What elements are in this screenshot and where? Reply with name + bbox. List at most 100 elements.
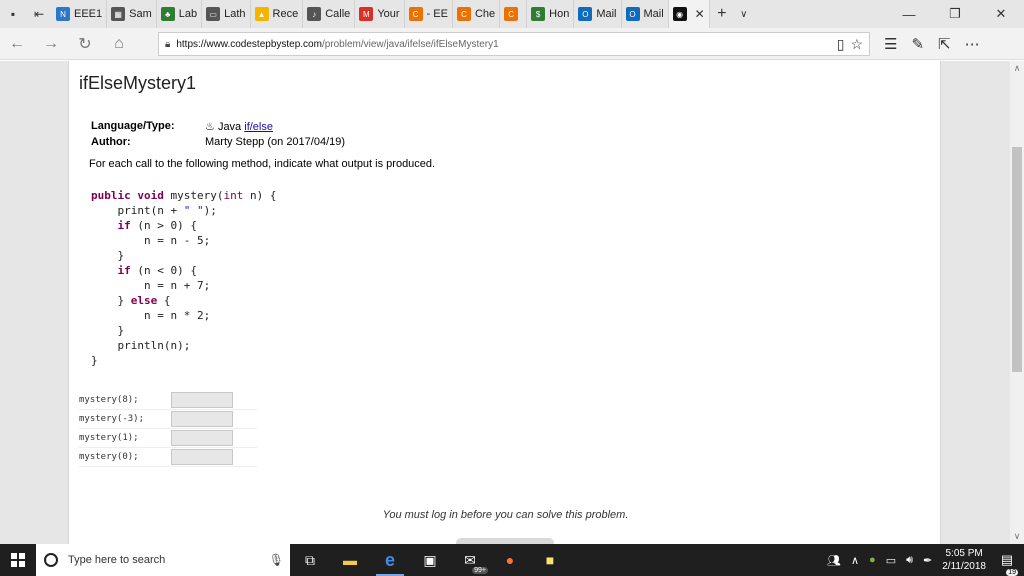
favorites-hub-icon[interactable]: ☰ (884, 35, 897, 53)
tab-4[interactable]: ▲ Rece (251, 0, 304, 28)
code-line: if (n < 0) { (117, 264, 197, 277)
taskbar-search[interactable]: Type here to search 🎙︎ (36, 544, 290, 576)
tab-10[interactable]: $ Hon (527, 0, 575, 28)
share-icon[interactable]: ⇱ (938, 35, 951, 53)
scroll-thumb[interactable] (1012, 147, 1022, 372)
tab-9[interactable]: C (500, 0, 528, 28)
tab-label: Mail (596, 8, 617, 20)
tab-7[interactable]: C- EE (405, 0, 453, 28)
onenote-icon: N (56, 7, 70, 21)
tab-6[interactable]: M Your (355, 0, 405, 28)
tab-1[interactable]: ▦ Sam (107, 0, 157, 28)
topic-link[interactable]: if/else (244, 121, 273, 133)
notification-badge: 19 (1006, 569, 1018, 576)
app-tray-icon[interactable]: ● (869, 554, 876, 566)
tab-label: Sam (129, 8, 152, 20)
tab-5[interactable]: ♪ Calle (303, 0, 356, 28)
tab-12[interactable]: O Mail (622, 0, 669, 28)
more-menu-icon[interactable]: ⋯ (965, 35, 980, 53)
navigation-bar: ← → ↻ ⌂ 🔒︎ https://www.codestepbystep.co… (0, 28, 1024, 60)
call-expression: mystery(1); (79, 433, 139, 443)
minimize-button[interactable]: — (886, 0, 932, 28)
code-line: } (91, 249, 125, 262)
chegg-icon: C (504, 7, 519, 21)
people-icon[interactable]: 👥︎ (827, 554, 841, 567)
store-icon[interactable]: ▣ (410, 544, 450, 576)
answer-input[interactable] (171, 449, 233, 465)
tab-0[interactable]: N EEE1 (52, 0, 108, 28)
answer-input[interactable] (171, 411, 233, 427)
tab-label: Your (377, 8, 400, 20)
reading-view-icon[interactable]: ▯ (837, 36, 845, 53)
call-row: mystery(0); (79, 448, 257, 467)
start-button[interactable] (0, 544, 36, 576)
clock-time: 5:05 PM (945, 548, 983, 559)
call-row: mystery(1); (79, 429, 257, 448)
tab-13[interactable]: ◉ ✕ (668, 0, 710, 28)
clock[interactable]: 5:05 PM 2/11/2018 (942, 547, 986, 573)
sticky-notes-icon[interactable]: ■ (530, 544, 570, 576)
tab-label: Lath (224, 8, 246, 20)
code-line: print(n + " "); (91, 204, 217, 217)
call-expression: mystery(0); (79, 452, 139, 462)
show-hidden-icons-chevron-icon[interactable]: ∧ (851, 554, 859, 567)
tab-label: Che (474, 8, 496, 20)
set-aside-tabs-icon[interactable]: ⇤ (26, 0, 52, 28)
answer-input[interactable] (171, 430, 233, 446)
windows-logo-icon (11, 553, 25, 567)
code-line: n = n - 5; (91, 234, 211, 247)
refresh-button[interactable]: ↻ (68, 28, 102, 60)
call-expression: mystery(8); (79, 395, 139, 405)
tab-11[interactable]: O Mail (574, 0, 622, 28)
tab-list-chevron-icon[interactable]: ∨ (734, 9, 754, 20)
back-button[interactable]: ← (0, 28, 34, 60)
code-line: } (91, 354, 98, 367)
drive-icon: ▲ (254, 7, 269, 21)
task-view-icon[interactable]: ⧉ (290, 544, 330, 576)
file-explorer-icon[interactable]: ▬ (330, 544, 370, 576)
code-line: public void mystery(int n) { (91, 189, 277, 202)
java-icon: ♨ (205, 120, 215, 133)
home-button[interactable]: ⌂ (102, 28, 136, 60)
language-value: Java (217, 120, 242, 133)
pen-icon[interactable]: ✒ (923, 554, 932, 567)
address-bar[interactable]: 🔒︎ https://www.codestepbystep.com/proble… (158, 32, 870, 56)
volume-icon[interactable]: 🔊︎ (906, 554, 913, 567)
scrollbar[interactable]: ∧ ∨ (1010, 61, 1024, 544)
restore-button[interactable]: ❐ (932, 0, 978, 28)
login-message: You must log in before you can solve thi… (382, 509, 629, 521)
url-path: /problem/view/java/ifelse/ifElseMystery1 (321, 38, 499, 50)
forward-button[interactable]: → (34, 28, 68, 60)
close-tab-icon[interactable]: ✕ (695, 7, 705, 21)
firefox-icon[interactable]: ● (490, 544, 530, 576)
close-window-button[interactable]: ✕ (978, 0, 1024, 28)
tab-8[interactable]: C Che (453, 0, 501, 28)
url-host: https://www.codestepbystep.com (176, 38, 322, 50)
tab-strip: ▪ ⇤ N EEE1 ▦ Sam ♣ Lab ▭ Lath ▲ Rece ♪ Calle M Your C -… (0, 0, 1024, 28)
call-row: mystery(-3); (79, 410, 257, 429)
edge-icon[interactable]: e (370, 544, 410, 576)
tab-label: Lab (178, 8, 198, 20)
mail-app-icon[interactable]: ✉ 99+ (450, 544, 490, 576)
web-note-icon[interactable]: ✎ (911, 35, 924, 53)
code-line: } (91, 324, 125, 337)
microphone-icon[interactable]: 🎙︎ (269, 553, 284, 567)
new-tab-button[interactable]: + (710, 5, 734, 23)
tab-2[interactable]: ♣ Lab (157, 0, 203, 28)
taskbar: Type here to search 🎙︎ ⧉ ▬ e ▣ ✉ 99+ ● ■… (0, 544, 1024, 576)
tab-3[interactable]: ▭ Lath (202, 0, 251, 28)
scroll-down-arrow-icon[interactable]: ∨ (1010, 531, 1024, 542)
tab-label: Calle (325, 8, 351, 20)
tab-list: N EEE1 ▦ Sam ♣ Lab ▭ Lath ▲ Rece ♪ Calle M Your C - EE C… (52, 0, 710, 28)
favorite-star-icon[interactable]: ☆ (850, 36, 863, 53)
battery-icon[interactable]: ▭ (886, 554, 896, 567)
call-row: mystery(8); (79, 391, 257, 410)
tab-label: Hon (549, 8, 570, 20)
answer-input[interactable] (171, 392, 233, 408)
tab-preview-icon[interactable]: ▪ (0, 0, 26, 28)
page-viewport: ifElseMystery1 Language/Type: ♨ Java if/… (0, 61, 1024, 544)
scroll-up-arrow-icon[interactable]: ∧ (1010, 63, 1024, 74)
tab-label: Rece (272, 8, 299, 20)
action-center-icon[interactable]: ▤ 19 (996, 552, 1018, 576)
system-tray: 👥︎ ∧ ● ▭ 🔊︎ ✒ 5:05 PM 2/11/2018 ▤ 19 (827, 547, 1024, 576)
